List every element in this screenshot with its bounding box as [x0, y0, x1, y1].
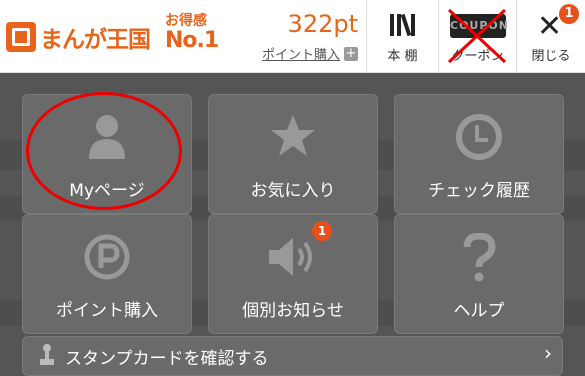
badge-big-text: No.1 — [165, 28, 219, 53]
points-value: 322pt — [287, 10, 358, 38]
notification-badge: 1 — [312, 221, 332, 241]
tile-help[interactable]: ヘルプ — [394, 214, 564, 334]
tile-my-page[interactable]: Myページ — [22, 94, 192, 214]
close-label: 閉じる — [531, 49, 571, 64]
buy-points-label[interactable]: ポイント購入 — [262, 44, 340, 63]
bookshelf-icon — [390, 13, 415, 37]
stamp-icon — [40, 344, 54, 365]
logo[interactable]: まんが王国 — [6, 20, 151, 54]
logo-mark-icon — [6, 22, 36, 52]
points-area: 322pt ポイント購入 + — [236, 10, 358, 63]
question-icon — [463, 233, 496, 282]
tile-favorites[interactable]: お気に入り — [208, 94, 378, 214]
bookshelf-label: 本 棚 — [387, 49, 418, 64]
close-menu-button[interactable]: ✕ 1 閉じる — [516, 0, 585, 72]
star-icon — [271, 115, 315, 156]
tile-label: ポイント購入 — [56, 301, 158, 321]
speaker-icon — [269, 238, 312, 276]
tile-label: Myページ — [69, 181, 145, 201]
logo-text: まんが王国 — [40, 27, 151, 53]
app-header: まんが王国 お得感 No.1 322pt ポイント購入 + 本 棚 COUPON… — [0, 0, 585, 73]
tile-notifications[interactable]: 1 個別お知らせ — [208, 214, 378, 334]
chevron-right-icon: › — [544, 341, 552, 365]
cross-out-annotation — [447, 8, 507, 64]
tile-label: お気に入り — [250, 181, 336, 201]
close-notification-badge: 1 — [559, 4, 579, 24]
tile-buy-points[interactable]: ポイント購入 — [22, 214, 192, 334]
tile-label: 個別お知らせ — [242, 301, 344, 321]
tile-label: ヘルプ — [453, 301, 505, 321]
buy-points-link[interactable]: ポイント購入 + — [236, 44, 358, 63]
plus-icon[interactable]: + — [344, 46, 358, 61]
clock-icon — [456, 114, 502, 160]
coupon-button[interactable]: COUPON クーポン — [438, 0, 516, 72]
badge-small-text: お得感 — [165, 13, 207, 29]
person-icon — [89, 115, 125, 159]
tile-check-history[interactable]: チェック履歴 — [394, 94, 564, 214]
bookshelf-button[interactable]: 本 棚 — [366, 0, 438, 72]
tile-label: チェック履歴 — [428, 181, 530, 201]
no1-badge: お得感 No.1 — [165, 14, 221, 52]
stamp-card-label: スタンプカードを確認する — [65, 349, 269, 369]
stamp-card-button[interactable]: スタンプカードを確認する › — [22, 336, 563, 376]
coin-p-icon — [84, 234, 130, 280]
